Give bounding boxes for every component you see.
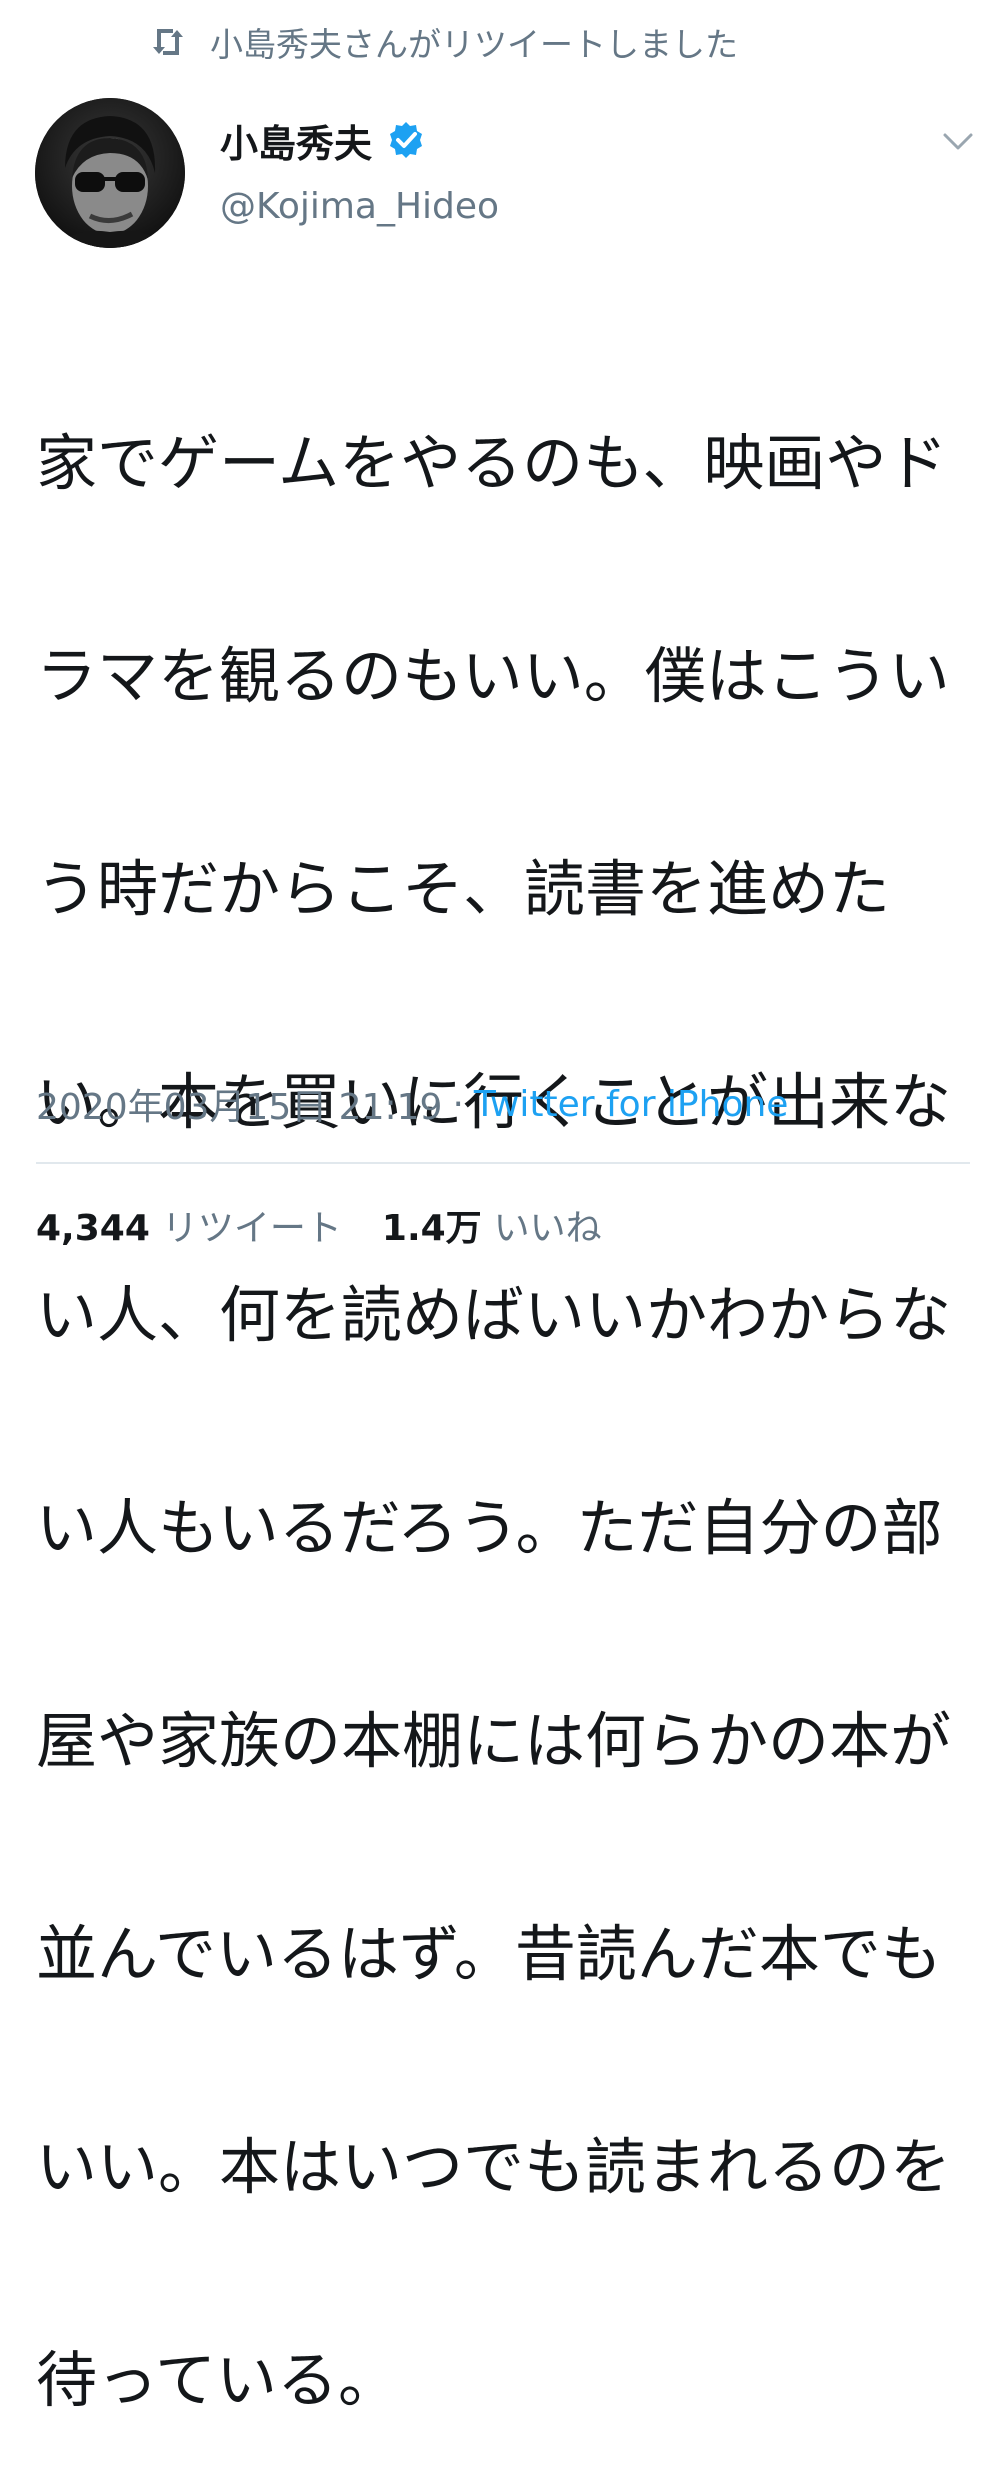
tweet-text-line: 待っている。 [36, 2345, 399, 2416]
tweet-text-line: 屋や家族の本棚には何らかの本が [36, 1706, 952, 1777]
retweets-stat[interactable]: 4,344 リツイート [36, 1199, 342, 1251]
tweet-text: 家でゲームをやるのも、映画やド ラマを観るのもいい。僕はこうい う時だからこそ、… [36, 286, 966, 2487]
retweet-banner-text: 小島秀夫さんがリツイートしました [210, 25, 738, 64]
likes-label: いいね [493, 1208, 602, 1249]
tweet-source-link[interactable]: Twitter for iPhone [474, 1084, 789, 1125]
tweet-text-line: い人もいるだろう。ただ自分の部 [36, 1493, 943, 1564]
retweet-banner[interactable]: 小島秀夫さんがリツイートしました [148, 20, 738, 64]
verified-badge-icon [386, 120, 426, 160]
tweet-text-line: 並んでいるはず。昔読んだ本でも [36, 1919, 942, 1990]
tweet-text-line: ラマを観るのもいい。僕はこうい [36, 641, 950, 712]
retweets-count: 4,344 [36, 1208, 150, 1249]
tweet-timestamp[interactable]: 2020年03月15日 21:19 [36, 1078, 442, 1130]
avatar[interactable] [35, 98, 185, 248]
chevron-down-icon[interactable] [938, 122, 978, 162]
retweet-icon [148, 22, 188, 62]
meta-separator: · [452, 1083, 464, 1125]
tweet-text-line: 家でゲームをやるのも、映画やド [36, 428, 948, 499]
author-name-row[interactable]: 小島秀夫 [220, 112, 426, 168]
divider [36, 1162, 970, 1164]
author-name[interactable]: 小島秀夫 [220, 113, 372, 168]
likes-stat[interactable]: 1.4万 いいね [382, 1199, 602, 1251]
tweet-text-line: う時だからこそ、読書を進めた [36, 854, 891, 925]
tweet-stats: 4,344 リツイート 1.4万 いいね [36, 1200, 602, 1250]
likes-count: 1.4万 [381, 1208, 482, 1249]
retweets-label: リツイート [161, 1208, 342, 1249]
tweet-meta: 2020年03月15日 21:19 · Twitter for iPhone [36, 1078, 788, 1130]
tweet-text-line: いい。本はいつでも読まれるのを [36, 2132, 952, 2203]
tweet-text-line: い人、何を読めばいいかわからな [36, 1280, 952, 1351]
author-handle[interactable]: @Kojima_Hideo [220, 186, 499, 227]
